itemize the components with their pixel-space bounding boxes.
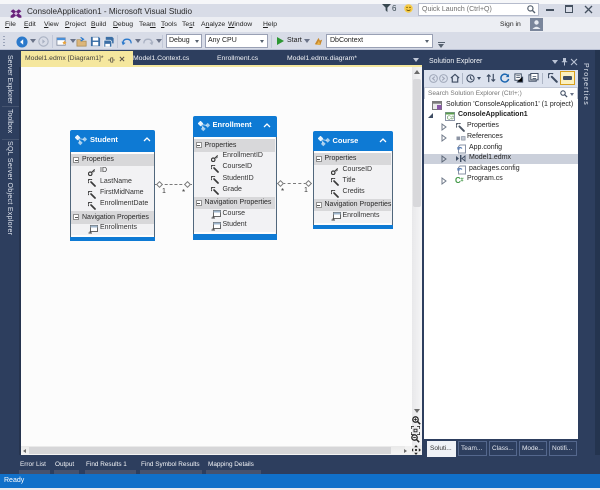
svg-text:#: # bbox=[461, 178, 464, 184]
svg-text:C#: C# bbox=[447, 115, 455, 121]
